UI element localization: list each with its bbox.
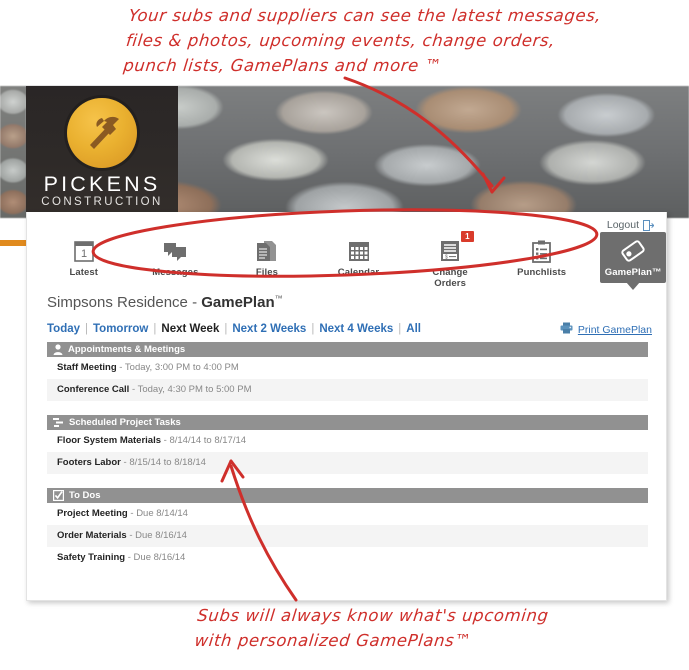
checkbox-icon <box>53 490 64 501</box>
item-detail: - Due 8/16/14 <box>125 552 186 563</box>
logout-icon <box>643 219 654 231</box>
nav-item-label: Files <box>255 267 278 278</box>
annotation-top: Your subs and suppliers can see the late… <box>122 4 602 78</box>
svg-text:$: $ <box>445 254 448 260</box>
list-item[interactable]: Staff Meeting - Today, 3:00 PM to 4:00 P… <box>47 357 648 379</box>
section-appointments-meetings: Appointments & Meetings Staff Meeting - T… <box>47 342 648 401</box>
filter-all[interactable]: All <box>406 323 421 335</box>
nav-item-label: Punchlists <box>517 267 567 278</box>
svg-text:1: 1 <box>81 248 87 260</box>
section-scheduled-project-tasks: Scheduled Project Tasks Floor System Mate… <box>47 415 648 474</box>
filter-next-week[interactable]: Next Week <box>161 323 219 335</box>
printer-icon <box>560 322 573 337</box>
annotation-line: files & photos, upcoming events, change … <box>125 30 557 50</box>
nav-item-messages[interactable]: Messages <box>143 234 209 280</box>
banner-left-texture <box>0 86 26 218</box>
gameplan-sections: Appointments & Meetings Staff Meeting - T… <box>47 342 648 583</box>
item-detail: - Today, 3:00 PM to 4:00 PM <box>116 362 239 373</box>
filter-separator: | <box>224 323 228 335</box>
nav-item-gameplan[interactable]: GamePlan™ <box>600 232 667 290</box>
section-title: To Dos <box>69 490 101 501</box>
list-item[interactable]: Project Meeting - Due 8/14/14 <box>47 503 648 525</box>
item-name: Staff Meeting <box>57 362 117 373</box>
logout-label: Logout <box>606 219 639 231</box>
filter-next-4-weeks[interactable]: Next 4 Weeks <box>319 323 393 335</box>
list-item[interactable]: Floor System Materials - 8/14/14 to 8/17… <box>47 430 648 452</box>
date-range-filters: Today | Tomorrow | Next Week | Next 2 Weeks | Ne… <box>47 323 421 335</box>
page-title-tm: ™ <box>274 294 283 303</box>
list-item[interactable]: Safety Training - Due 8/16/14 <box>47 547 648 569</box>
calendar-day-icon: 1 <box>51 238 117 264</box>
nav-item-label: GamePlan™ <box>604 267 662 278</box>
brand-name: PICKENS <box>43 172 161 196</box>
tag-icon <box>600 238 666 264</box>
list-item[interactable]: Conference Call - Today, 4:30 PM to 5:00… <box>47 379 648 401</box>
item-name: Safety Training <box>57 552 126 563</box>
filter-today[interactable]: Today <box>47 323 80 335</box>
nav-item-label: Messages <box>152 267 199 278</box>
app-card: Logout 1 Latest Messages Files Calendar … <box>26 212 667 601</box>
section-header: Scheduled Project Tasks <box>47 415 648 430</box>
logout-button[interactable]: Logout <box>607 219 654 231</box>
nav-item-label: Calendar <box>337 267 380 278</box>
nav-badge-count: 1 <box>460 231 474 242</box>
nav-item-punchlists[interactable]: Punchlists <box>509 234 575 280</box>
documents-icon <box>234 238 300 264</box>
item-name: Project Meeting <box>57 508 128 519</box>
item-name: Floor System Materials <box>57 435 162 446</box>
nav-item-files[interactable]: Files <box>234 234 300 280</box>
nav-item-latest[interactable]: 1 Latest <box>51 234 117 280</box>
section-header: Appointments & Meetings <box>47 342 648 357</box>
item-name: Footers Labor <box>57 457 121 468</box>
item-detail: - 8/14/14 to 8/17/14 <box>161 435 247 446</box>
item-detail: - Due 8/16/14 <box>126 530 187 541</box>
hammer-icon <box>67 98 137 168</box>
accent-strip <box>0 240 26 246</box>
filter-next-2-weeks[interactable]: Next 2 Weeks <box>232 323 306 335</box>
calendar-grid-icon <box>326 238 392 264</box>
list-item[interactable]: Footers Labor - 8/15/14 to 8/18/14 <box>47 452 648 474</box>
filter-separator: | <box>398 323 402 335</box>
nav-item-label: Latest <box>69 267 99 278</box>
main-nav: 1 Latest Messages Files Calendar $ Chang… <box>27 231 667 290</box>
section-header: To Dos <box>47 488 648 503</box>
gantt-icon <box>53 417 64 428</box>
annotation-bottom: Subs will always know what's upcoming wit… <box>193 604 550 654</box>
clipboard-list-icon <box>509 238 575 264</box>
annotation-line: Subs will always know what's upcoming <box>196 606 550 625</box>
filter-tomorrow[interactable]: Tomorrow <box>93 323 148 335</box>
brand-subtitle: CONSTRUCTION <box>41 196 163 208</box>
page-title-section: GamePlan <box>201 294 275 311</box>
item-detail: - 8/15/14 to 8/18/14 <box>120 457 206 468</box>
filter-separator: | <box>85 323 89 335</box>
item-name: Order Materials <box>57 530 127 541</box>
section-title: Scheduled Project Tasks <box>69 417 181 428</box>
nav-item-calendar[interactable]: Calendar <box>326 234 392 280</box>
nav-item-label: Change Orders <box>432 267 468 289</box>
section-to-dos: To Dos Project Meeting - Due 8/14/14 Order… <box>47 488 648 569</box>
filter-separator: | <box>153 323 157 335</box>
print-gameplan-label: Print GamePlan <box>577 323 652 336</box>
annotation-line: Your subs and suppliers can see the late… <box>127 6 603 25</box>
speech-bubbles-icon <box>143 238 209 264</box>
nav-item-change-orders[interactable]: $ Change Orders 1 <box>417 231 483 291</box>
annotation-line: punch lists, GamePlans and more ™ <box>122 55 443 75</box>
page-title-project: Simpsons Residence - <box>47 294 202 311</box>
page-title: Simpsons Residence - GamePlan™ <box>47 294 283 311</box>
annotation-line: with personalized GamePlans™ <box>193 630 473 650</box>
item-detail: - Today, 4:30 PM to 5:00 PM <box>129 384 252 395</box>
section-title: Appointments & Meetings <box>68 344 186 355</box>
item-detail: - Due 8/14/14 <box>127 508 188 519</box>
person-icon <box>53 344 63 355</box>
filter-separator: | <box>311 323 315 335</box>
print-gameplan-button[interactable]: Print GamePlan <box>560 322 652 337</box>
item-name: Conference Call <box>57 384 130 395</box>
list-item[interactable]: Order Materials - Due 8/16/14 <box>47 525 648 547</box>
brand-logo-block: PICKENS CONSTRUCTION <box>26 86 178 218</box>
